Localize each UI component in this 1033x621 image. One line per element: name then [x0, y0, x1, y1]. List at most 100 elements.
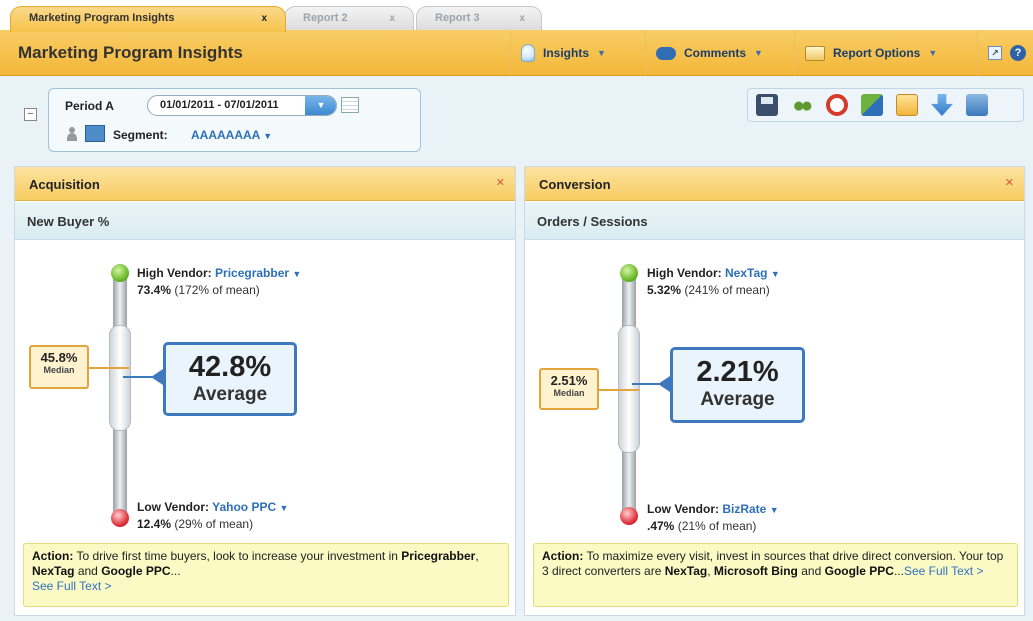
high-marker	[111, 264, 129, 282]
average-label: Average	[700, 389, 775, 410]
popout-icon[interactable]: ↗	[988, 46, 1002, 60]
calendar-icon[interactable]	[341, 97, 359, 113]
tab-label: Report 2	[303, 12, 348, 24]
action-highlight: NexTag	[32, 564, 75, 578]
target-icon[interactable]	[826, 94, 848, 116]
metric-title: Orders / Sessions	[537, 214, 648, 229]
tab-report-3[interactable]: Report 3 x	[416, 6, 542, 31]
high-label: High Vendor:	[137, 266, 212, 280]
save-icon[interactable]	[756, 94, 778, 116]
average-box: 42.8% Average	[163, 342, 297, 416]
high-vendor-dropdown[interactable]: NexTag ▼	[725, 266, 780, 280]
high-value-line: 5.32% (241% of mean)	[647, 283, 770, 297]
download-icon[interactable]	[931, 94, 953, 116]
action-text: To drive first time buyers, look to incr…	[76, 549, 398, 563]
see-full-text-link[interactable]: See Full Text >	[904, 564, 984, 578]
chevron-down-icon: ▼	[292, 269, 302, 279]
average-pointer	[151, 369, 163, 385]
high-vendor-name: Pricegrabber	[215, 266, 290, 280]
report-options-label: Report Options	[833, 46, 921, 60]
low-vendor-dropdown[interactable]: BizRate ▼	[722, 502, 778, 516]
tab-close-icon[interactable]: x	[389, 7, 395, 30]
help-icon[interactable]: ?	[1010, 45, 1026, 61]
average-box: 2.21% Average	[670, 347, 805, 423]
action-highlight: Google PPC	[101, 564, 171, 578]
date-dropdown-icon[interactable]: ▼	[305, 96, 336, 115]
conversion-panel: Conversion ✕ Orders / Sessions High Vend…	[524, 166, 1025, 616]
acquisition-panel: Acquisition ✕ New Buyer % High Vendor: P…	[14, 166, 516, 616]
low-note: (21% of mean)	[677, 519, 757, 533]
group-icon[interactable]	[85, 125, 105, 142]
collapse-icon[interactable]: −	[24, 108, 37, 121]
insights-button[interactable]: Insights ▼	[510, 30, 644, 76]
low-vendor-dropdown[interactable]: Yahoo PPC ▼	[212, 500, 288, 514]
low-value-line: .47% (21% of mean)	[647, 519, 756, 533]
action-highlight: NexTag	[664, 564, 708, 578]
action-highlight: Pricegrabber	[401, 549, 476, 563]
lightbulb-icon	[521, 44, 535, 62]
chevron-down-icon: ▼	[597, 48, 606, 58]
high-vendor-name: NexTag	[725, 266, 768, 280]
segment-value: AAAAAAAA	[191, 128, 260, 142]
high-vendor-dropdown[interactable]: Pricegrabber ▼	[215, 266, 301, 280]
metric-header: New Buyer %	[15, 202, 515, 240]
low-vendor-name: BizRate	[722, 502, 767, 516]
chevron-down-icon: ▼	[928, 48, 938, 58]
print-icon[interactable]	[966, 94, 988, 116]
person-icon[interactable]	[67, 127, 77, 141]
action-box: Action: To maximize every visit, invest …	[533, 543, 1018, 607]
insights-label: Insights	[543, 46, 590, 60]
close-icon[interactable]: ✕	[1005, 176, 1014, 189]
low-label: Low Vendor:	[647, 502, 719, 516]
chevron-down-icon: ▼	[279, 503, 289, 513]
comments-label: Comments	[684, 46, 747, 60]
tab-marketing-program-insights[interactable]: Marketing Program Insights x	[10, 6, 286, 32]
folder-icon	[805, 45, 825, 61]
median-box: 45.8% Median	[29, 345, 89, 389]
speech-bubble-icon	[656, 46, 676, 60]
email-icon[interactable]	[896, 94, 918, 116]
report-options-button[interactable]: Report Options ▼	[794, 30, 976, 76]
close-icon[interactable]: ✕	[496, 176, 505, 189]
action-separator: ,	[707, 564, 711, 578]
tab-close-icon[interactable]: x	[519, 7, 525, 30]
high-value-line: 73.4% (172% of mean)	[137, 283, 260, 297]
low-value: .47%	[647, 519, 675, 533]
low-vendor: Low Vendor: Yahoo PPC ▼	[137, 500, 288, 514]
action-box: Action: To drive first time buyers, look…	[23, 543, 509, 607]
report-toolbar	[747, 88, 1024, 122]
action-highlight: Google PPC	[824, 564, 894, 578]
action-separator: and	[77, 564, 98, 578]
high-vendor: High Vendor: NexTag ▼	[647, 266, 780, 280]
high-note: (241% of mean)	[684, 283, 770, 297]
title-bar: Marketing Program Insights Insights ▼ Co…	[0, 30, 1033, 76]
comments-button[interactable]: Comments ▼	[645, 30, 793, 76]
average-pointer	[658, 376, 670, 392]
tab-report-2[interactable]: Report 2 x	[284, 6, 414, 31]
app-title: Marketing Program Insights	[18, 43, 243, 62]
median-value: 2.51%	[550, 373, 588, 388]
action-label: Action:	[32, 549, 74, 563]
find-icon[interactable]	[791, 94, 813, 116]
high-label: High Vendor:	[647, 266, 722, 280]
panel-header: Conversion ✕	[525, 167, 1024, 201]
action-highlight: Microsoft Bing	[713, 564, 798, 578]
range-capsule	[109, 325, 131, 431]
low-marker	[111, 509, 129, 527]
action-separator: ,	[475, 549, 479, 563]
low-marker	[620, 507, 638, 525]
pin-icon[interactable]	[861, 94, 883, 116]
date-range-input[interactable]: 01/01/2011 - 07/01/2011 ▼	[147, 95, 337, 116]
high-marker	[620, 264, 638, 282]
low-value-line: 12.4% (29% of mean)	[137, 517, 253, 531]
action-ellipsis: ...	[170, 564, 181, 578]
median-label: Median	[43, 365, 75, 375]
see-full-text-link[interactable]: See Full Text >	[32, 579, 112, 593]
period-selector: Period A 01/01/2011 - 07/01/2011 ▼ Segme…	[48, 88, 421, 152]
segment-dropdown[interactable]: AAAAAAAA ▼	[191, 128, 272, 142]
average-label: Average	[192, 384, 268, 405]
tab-close-icon[interactable]: x	[261, 7, 267, 30]
panel-title: Conversion	[539, 177, 611, 192]
high-vendor: High Vendor: Pricegrabber ▼	[137, 266, 301, 280]
low-label: Low Vendor:	[137, 500, 209, 514]
